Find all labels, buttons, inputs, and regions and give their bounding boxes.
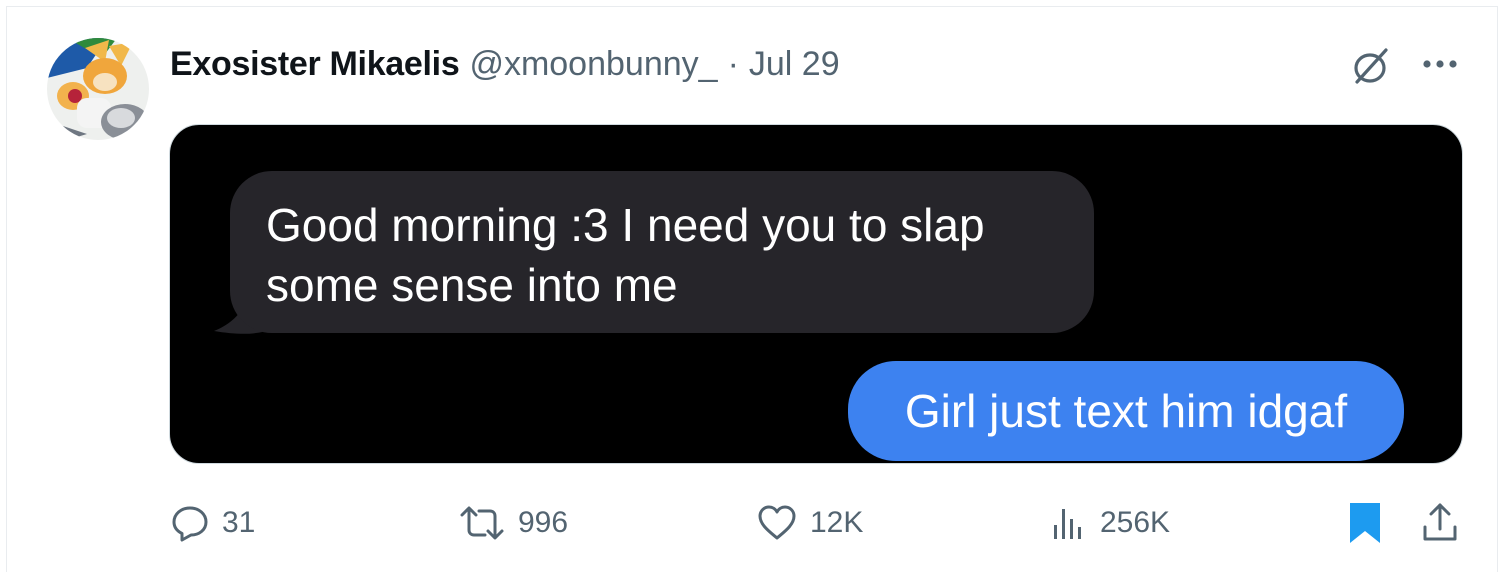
incoming-message-text: Good morning :3 I need you to slap some … (266, 199, 985, 311)
share-icon (1423, 503, 1457, 541)
views-count: 256K (1100, 506, 1171, 539)
avatar-image (47, 38, 149, 140)
incoming-message-bubble: Good morning :3 I need you to slap some … (230, 171, 1094, 333)
author-name[interactable]: Exosister Mikaelis (170, 42, 460, 86)
like-count: 12K (810, 506, 864, 539)
avatar[interactable] (47, 38, 149, 140)
retweet-count: 996 (518, 506, 569, 539)
outgoing-message-text: Girl just text him idgaf (904, 385, 1348, 437)
views-icon (1054, 509, 1081, 539)
retweet-button[interactable]: 996 (458, 500, 568, 546)
author-handle[interactable]: @xmoonbunny_ (469, 42, 717, 86)
reply-count: 31 (222, 506, 256, 539)
bookmark-button[interactable] (1347, 500, 1383, 546)
like-button[interactable]: 12K (756, 500, 863, 546)
bookmark-icon (1350, 503, 1380, 543)
reply-button[interactable]: 31 (170, 500, 255, 546)
more-icon[interactable] (1418, 44, 1464, 84)
post-date[interactable]: Jul 29 (749, 42, 840, 86)
action-bar: 31 996 12K 256K (0, 500, 1506, 546)
post-header: Exosister Mikaelis @xmoonbunny_ · Jul 29 (170, 42, 840, 86)
grok-icon[interactable] (1350, 44, 1394, 88)
retweet-icon (460, 506, 504, 540)
share-button[interactable] (1420, 500, 1460, 546)
separator-dot: · (727, 45, 739, 83)
post-media[interactable]: Good morning :3 I need you to slap some … (169, 124, 1463, 464)
views-button[interactable]: 256K (1052, 500, 1170, 546)
like-icon (758, 505, 796, 540)
reply-icon (172, 506, 208, 542)
outgoing-message-bubble: Girl just text him idgaf (848, 361, 1404, 461)
